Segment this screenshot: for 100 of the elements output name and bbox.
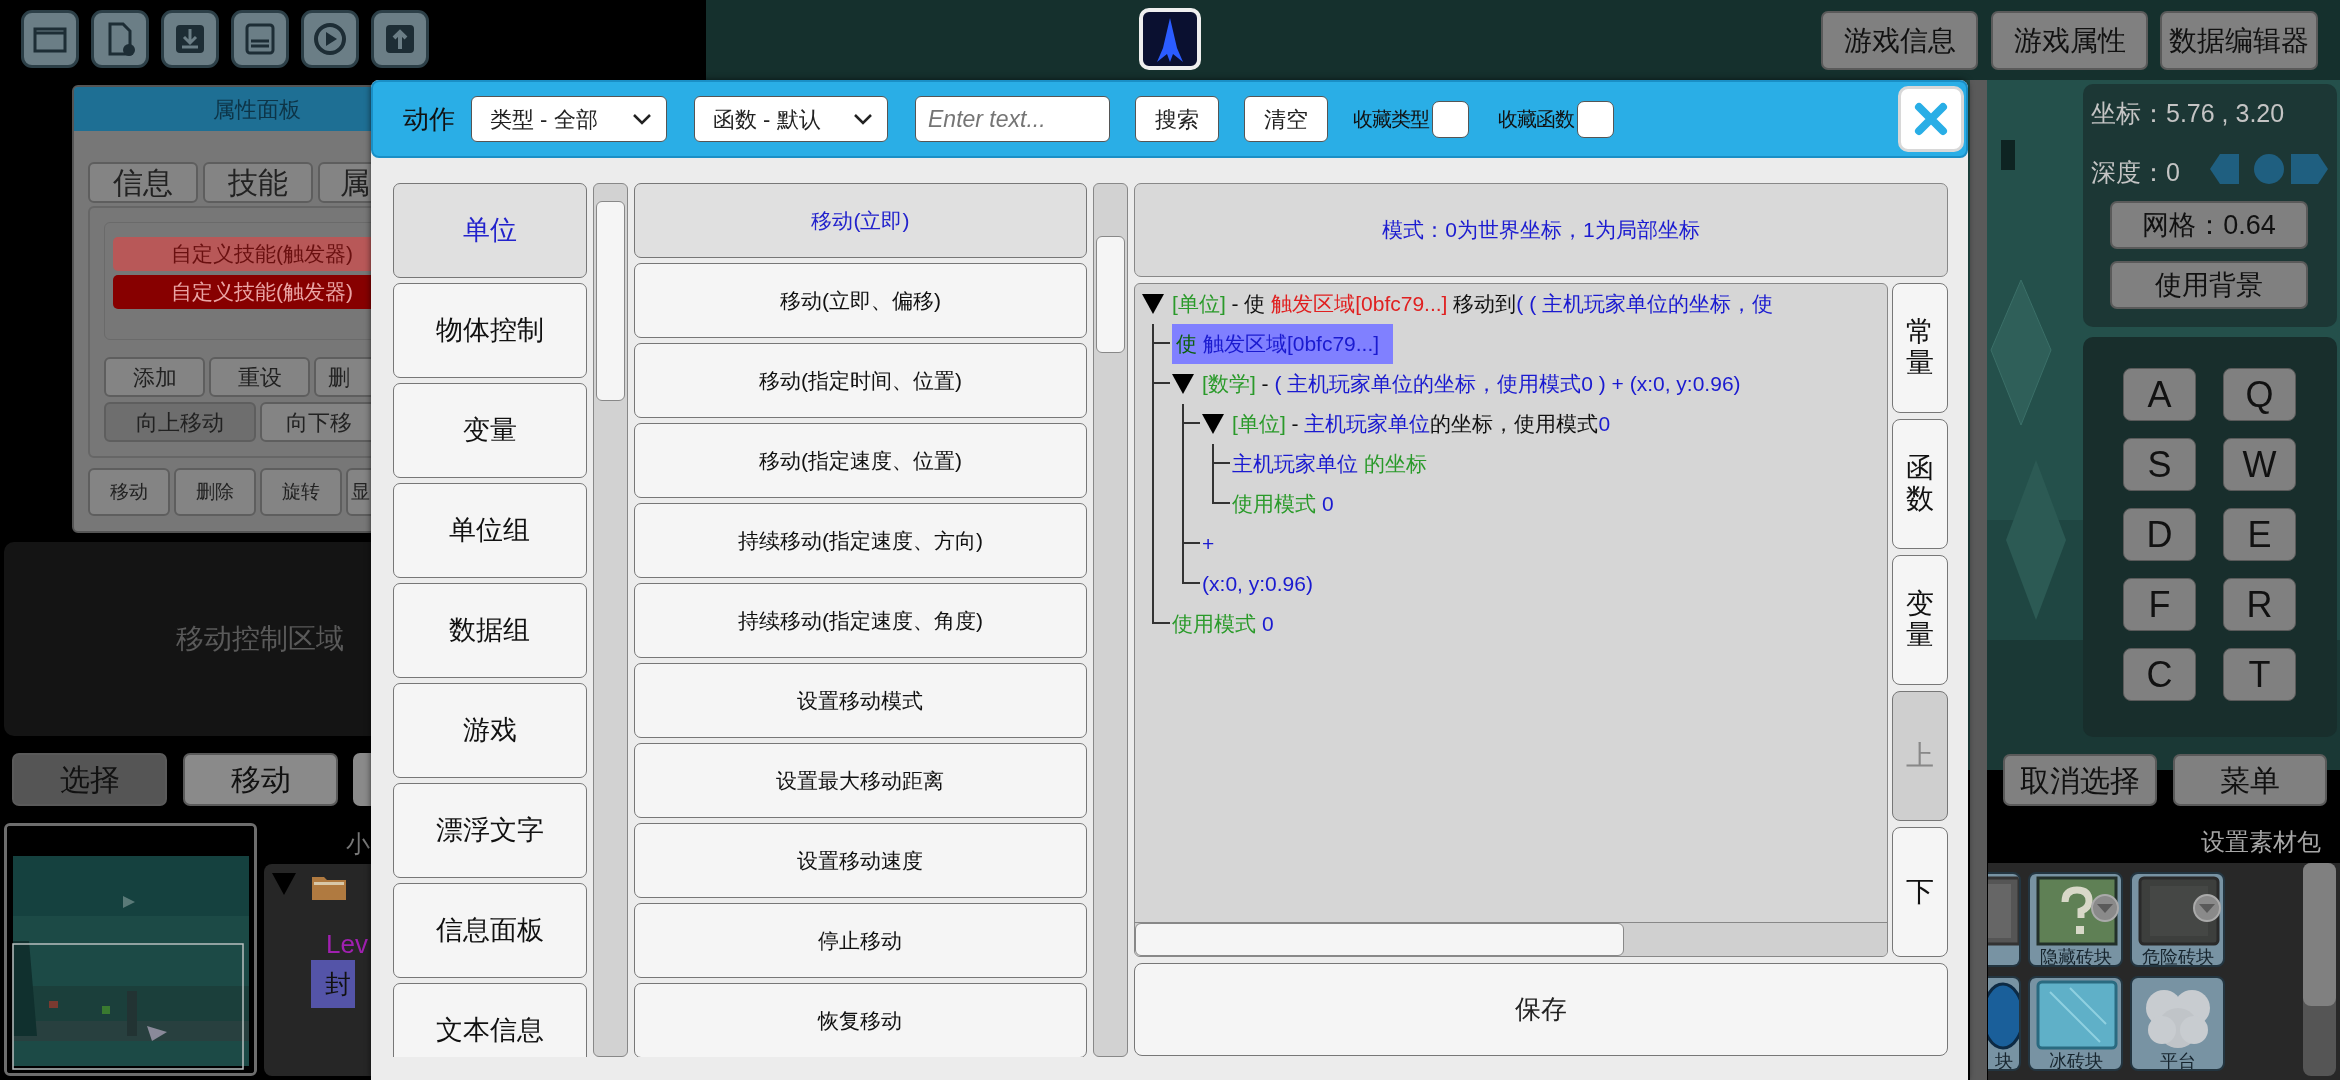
dropdown[interactable]: 类型 - 全部 <box>471 96 667 142</box>
function-item[interactable]: 持续移动(指定速度、角度) <box>633 583 1088 658</box>
scrollbar-thumb[interactable] <box>595 201 625 401</box>
asset-tile[interactable] <box>1988 872 2021 967</box>
asset-tile[interactable]: 危险砖块 <box>2130 872 2225 967</box>
save-button[interactable]: 保存 <box>1134 963 1948 1056</box>
tree-node-label[interactable]: 主机玩家单位 的坐标 <box>1232 448 1427 480</box>
upload-icon[interactable] <box>371 10 429 68</box>
top-button[interactable]: 数据编辑器 <box>2160 11 2318 70</box>
side-button[interactable]: 变量 <box>1892 555 1948 685</box>
panel-button[interactable]: 重设 <box>209 357 310 397</box>
key-button[interactable]: W <box>2223 438 2296 491</box>
category-item[interactable]: 单位 <box>393 183 587 278</box>
expand-icon[interactable] <box>1202 413 1225 435</box>
scrollbar-thumb[interactable] <box>1096 236 1126 353</box>
new-file-icon[interactable] <box>91 10 149 68</box>
function-item[interactable]: 设置移动速度 <box>633 823 1088 898</box>
scrollbar-thumb[interactable] <box>1135 923 1624 956</box>
function-item[interactable]: 移动(立即、偏移) <box>633 263 1088 338</box>
category-item[interactable]: 单位组 <box>393 483 587 578</box>
function-item[interactable]: 设置最大移动距离 <box>633 743 1088 818</box>
panel-button[interactable]: 删除 <box>174 468 256 516</box>
side-button[interactable]: 函数 <box>1892 419 1948 549</box>
asset-tile[interactable]: 平台 <box>2130 975 2225 1071</box>
tree-node-label[interactable]: 使用模式 0 <box>1172 608 1274 640</box>
tree-item[interactable]: 封 <box>311 960 355 1008</box>
asset-tile[interactable]: 隐藏砖块 <box>2028 872 2123 967</box>
function-item[interactable]: 恢复移动 <box>633 983 1088 1057</box>
action-button[interactable]: 取消选择 <box>2003 754 2157 806</box>
asset-pack-label[interactable]: 设置素材包 <box>2201 824 2321 860</box>
category-item[interactable]: 物体控制 <box>393 283 587 378</box>
tab[interactable]: 信息 <box>88 162 198 203</box>
asset-tile[interactable]: 冰砖块 <box>2028 975 2123 1071</box>
tree-node-label[interactable]: 使 触发区域[0bfc79...] <box>1172 324 1394 364</box>
key-button[interactable]: D <box>2123 508 2196 561</box>
expand-icon[interactable] <box>1142 293 1165 315</box>
tree-node-label[interactable]: (x:0, y:0.96) <box>1202 568 1313 600</box>
tree-node-label[interactable]: [单位] - 使 触发区域[0bfc79...] 移动到( ( 主机玩家单位的坐标，使 <box>1172 288 1773 320</box>
panel-label: 小 <box>346 829 370 859</box>
character-icon[interactable] <box>1139 8 1201 70</box>
mode-button[interactable]: 移动 <box>183 753 338 806</box>
description-text: 模式：0为世界坐标，1为局部坐标 <box>1382 217 1700 244</box>
tree-node-label[interactable]: + <box>1202 528 1215 560</box>
category-item[interactable]: 信息面板 <box>393 883 587 978</box>
function-item[interactable]: 持续移动(指定速度、方向) <box>633 503 1088 578</box>
dialog-button[interactable]: 清空 <box>1244 96 1328 142</box>
panel-button[interactable]: 旋转 <box>260 468 342 516</box>
function-item[interactable]: 移动(立即) <box>633 183 1088 258</box>
search-field[interactable]: Enter text... <box>915 96 1110 142</box>
function-item[interactable]: 移动(指定时间、位置) <box>633 343 1088 418</box>
asset-tile[interactable]: 块 <box>1988 975 2021 1071</box>
category-item[interactable]: 数据组 <box>393 583 587 678</box>
function-item[interactable]: 停止移动 <box>633 903 1088 978</box>
function-item[interactable]: 设置移动模式 <box>633 663 1088 738</box>
chevron-down-icon <box>632 112 652 126</box>
folder-icon[interactable] <box>21 10 79 68</box>
panel-button[interactable]: 移动 <box>88 468 170 516</box>
key-button[interactable]: E <box>2223 508 2296 561</box>
tree-node-label[interactable]: 使用模式 0 <box>1232 488 1334 520</box>
tile-label: 冰砖块 <box>2048 1051 2103 1069</box>
close-button[interactable] <box>1898 86 1964 152</box>
category-item[interactable]: 变量 <box>393 383 587 478</box>
category-item[interactable]: 文本信息 <box>393 983 587 1057</box>
dropdown[interactable]: 函数 - 默认 <box>694 96 888 142</box>
tile-label: 平台 <box>2159 1051 2196 1069</box>
key-button[interactable]: T <box>2223 648 2296 701</box>
side-button[interactable]: 常量 <box>1892 283 1948 413</box>
tree-node-label[interactable]: [数学] - ( 主机玩家单位的坐标，使用模式0 ) + (x:0, y:0.96) <box>1202 368 1741 400</box>
top-button[interactable]: 游戏属性 <box>1991 11 2148 70</box>
key-button[interactable]: A <box>2123 368 2196 421</box>
key-button[interactable]: F <box>2123 578 2196 631</box>
key-button[interactable]: R <box>2223 578 2296 631</box>
tree-node-label[interactable]: [单位] - 主机玩家单位的坐标，使用模式0 <box>1232 408 1611 440</box>
tab[interactable]: 技能 <box>203 162 313 203</box>
checkbox[interactable] <box>1577 100 1614 138</box>
category-item[interactable]: 游戏 <box>393 683 587 778</box>
panel-button[interactable]: 添加 <box>104 357 205 397</box>
download-icon[interactable] <box>161 10 219 68</box>
top-button[interactable]: 游戏信息 <box>1821 11 1978 70</box>
panel-button[interactable]: 网格：0.64 <box>2110 201 2308 249</box>
expand-icon[interactable] <box>1172 373 1195 395</box>
category-item[interactable]: 漂浮文字 <box>393 783 587 878</box>
side-button[interactable]: 下 <box>1892 827 1948 957</box>
tile-label: 危险砖块 <box>2141 948 2214 965</box>
key-button[interactable]: Q <box>2223 368 2296 421</box>
key-button[interactable]: C <box>2123 648 2196 701</box>
panel-button[interactable]: 使用背景 <box>2110 261 2308 309</box>
checkbox[interactable] <box>1432 100 1469 138</box>
play-icon[interactable] <box>301 10 359 68</box>
dialog-button[interactable]: 搜索 <box>1135 96 1219 142</box>
tile-label: 块 <box>1995 1051 2013 1069</box>
dot-icon[interactable] <box>2254 154 2284 184</box>
save-icon[interactable] <box>231 10 289 68</box>
scrollbar-thumb[interactable] <box>2303 863 2336 1006</box>
key-button[interactable]: S <box>2123 438 2196 491</box>
checkbox-label: 收藏类型 <box>1353 107 1429 132</box>
function-item[interactable]: 移动(指定速度、位置) <box>633 423 1088 498</box>
action-button[interactable]: 菜单 <box>2173 754 2327 806</box>
depth-text: 深度：0 <box>2091 157 2180 188</box>
dropdown-value: 类型 - 全部 <box>490 105 598 134</box>
